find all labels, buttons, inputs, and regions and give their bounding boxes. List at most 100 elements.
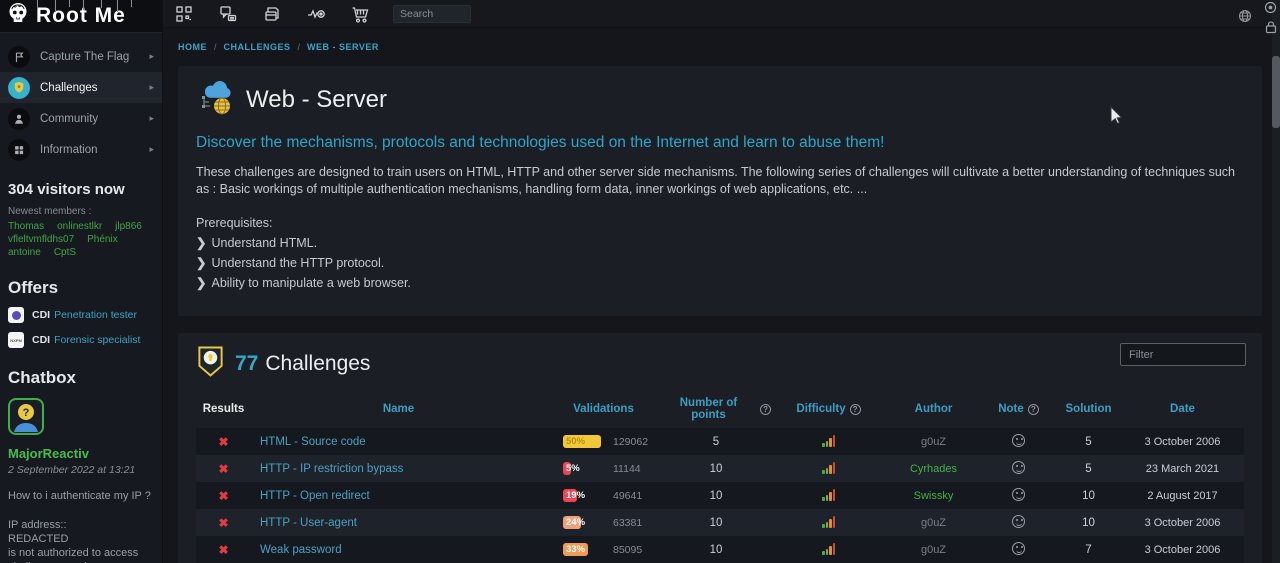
not-validated-icon[interactable]: ✖ [196, 435, 251, 449]
logo[interactable]: Root Me [0, 0, 162, 33]
sidebar-item-capture-the-flag[interactable]: Capture The Flag ▸ [0, 41, 162, 72]
globe-icon[interactable] [1238, 9, 1252, 28]
column-header[interactable]: Number of points ? [661, 397, 771, 421]
chat-username[interactable]: MajorReactiv [8, 446, 154, 461]
sidebar-item-challenges[interactable]: Challenges ▸ [0, 72, 162, 103]
solution-cell[interactable]: 10 [1056, 517, 1121, 529]
column-header[interactable]: Solution [1056, 403, 1121, 415]
member-link[interactable]: jlp866 [115, 221, 142, 232]
offer-forensic-specialist[interactable]: NXPM CDI Forensic specialist [8, 332, 154, 348]
shop-cart-icon[interactable] [349, 3, 371, 25]
offer-link[interactable]: Penetration tester [54, 309, 137, 321]
member-link[interactable]: antoine [8, 247, 41, 258]
difficulty-bars-icon[interactable] [822, 488, 835, 501]
validations-cell: 5% 11144 [546, 462, 661, 475]
sidebar-item-community[interactable]: Community ▸ [0, 103, 162, 134]
chat-error-line: REDACTED [8, 532, 154, 546]
challenge-link[interactable]: HTTP - Open redirect [260, 490, 370, 502]
search-input[interactable] [393, 5, 471, 23]
difficulty-bars-icon[interactable] [822, 515, 835, 528]
person-icon [8, 108, 30, 130]
vertical-scrollbar[interactable] [1272, 0, 1280, 563]
offer-penetration-tester[interactable]: CDI Penetration tester [8, 307, 154, 323]
validation-percent-bar: 24% [563, 516, 581, 529]
help-icon[interactable]: ? [1028, 404, 1039, 415]
solution-cell[interactable]: 5 [1056, 463, 1121, 475]
member-link[interactable]: vfleltvmfldhs07 [8, 234, 74, 245]
not-validated-icon[interactable]: ✖ [196, 516, 251, 530]
author-link[interactable]: g0uZ [921, 436, 946, 448]
difficulty-cell [771, 515, 886, 531]
lock-icon[interactable] [1264, 20, 1278, 39]
shield-icon [8, 77, 30, 99]
column-header[interactable]: Name [251, 403, 546, 415]
smiley-face-icon[interactable] [1012, 515, 1025, 528]
smiley-face-icon[interactable] [1012, 434, 1025, 447]
challenges-panel: 77 Challenges Results Name Validations N [178, 333, 1262, 563]
smiley-face-icon[interactable] [1012, 542, 1025, 555]
solution-cell[interactable]: 7 [1056, 544, 1121, 556]
solution-cell[interactable]: 10 [1056, 490, 1121, 502]
challenge-link[interactable]: HTML - Source code [260, 436, 366, 448]
author-link[interactable]: g0uZ [921, 517, 946, 529]
menu-label: Challenges [40, 82, 149, 94]
points-cell: 10 [661, 463, 771, 475]
breadcrumb-challenges[interactable]: CHALLENGES [224, 42, 291, 52]
column-header[interactable]: Results [196, 403, 251, 415]
sidebar: Root Me Capture The Flag ▸ Challenges ▸ [0, 0, 163, 563]
solution-cell[interactable]: 5 [1056, 436, 1121, 448]
difficulty-bars-icon[interactable] [822, 434, 835, 447]
column-header[interactable]: Difficulty ? [771, 403, 886, 415]
menu-label: Information [40, 144, 149, 156]
hanging-strings [33, 0, 143, 10]
not-validated-icon[interactable]: ✖ [196, 462, 251, 476]
not-validated-icon[interactable]: ✖ [196, 489, 251, 503]
challenge-link[interactable]: HTTP - User-agent [260, 517, 357, 529]
offer-type: CDI [32, 334, 50, 346]
challenge-count: 77 [235, 352, 258, 376]
chat-date: 2 September 2022 at 13:21 [8, 464, 154, 476]
column-header[interactable]: Note ? [981, 403, 1056, 415]
help-icon[interactable]: ? [850, 404, 861, 415]
offer-link[interactable]: Forensic specialist [54, 334, 140, 346]
validation-percent-bar: 50% [563, 435, 601, 448]
smiley-face-icon[interactable] [1012, 461, 1025, 474]
avatar[interactable]: ? [8, 398, 44, 440]
column-header[interactable]: Author [886, 403, 981, 415]
menu-label: Community [40, 113, 149, 125]
breadcrumb-home[interactable]: HOME [178, 42, 207, 52]
target-icon[interactable] [1264, 1, 1277, 19]
not-validated-icon[interactable]: ✖ [196, 543, 251, 557]
grid-icon [8, 139, 30, 161]
ctf-rooms-icon[interactable] [173, 3, 195, 25]
member-link[interactable]: Thomas [8, 221, 44, 232]
validation-percent-bar: 19% [563, 489, 577, 502]
member-link[interactable]: Phénix [87, 234, 118, 245]
smiley-face-icon[interactable] [1012, 488, 1025, 501]
column-header[interactable]: Date [1121, 403, 1244, 415]
validation-percent-bar: 5% [563, 462, 571, 475]
member-link[interactable]: onlinestlkr [57, 221, 102, 232]
difficulty-bars-icon[interactable] [822, 461, 835, 474]
scrollbar-thumb[interactable] [1272, 56, 1280, 128]
challenge-link[interactable]: Weak password [260, 544, 342, 556]
chat-network-icon[interactable] [217, 3, 239, 25]
filter-input[interactable] [1120, 343, 1246, 366]
author-link[interactable]: g0uZ [921, 544, 946, 556]
author-link[interactable]: Swissky [914, 490, 954, 502]
svg-text:?: ? [23, 407, 30, 419]
author-link[interactable]: Cyrhades [910, 463, 957, 475]
flag-icon [8, 46, 30, 68]
documents-icon[interactable] [261, 3, 283, 25]
breadcrumb-web-server[interactable]: WEB - SERVER [307, 42, 379, 52]
note-cell [981, 488, 1056, 504]
activity-status-icon[interactable] [305, 3, 327, 25]
difficulty-bars-icon[interactable] [822, 542, 835, 555]
help-icon[interactable]: ? [760, 404, 771, 415]
table-row: ✖ HTTP - IP restriction bypass 5% 11144 … [196, 455, 1244, 482]
column-header[interactable]: Validations [546, 403, 661, 415]
member-link[interactable]: CptS [54, 247, 76, 258]
sidebar-item-information[interactable]: Information ▸ [0, 134, 162, 165]
challenge-link[interactable]: HTTP - IP restriction bypass [260, 463, 403, 475]
chatbox: ? MajorReactiv 2 September 2022 at 13:21… [8, 398, 154, 563]
